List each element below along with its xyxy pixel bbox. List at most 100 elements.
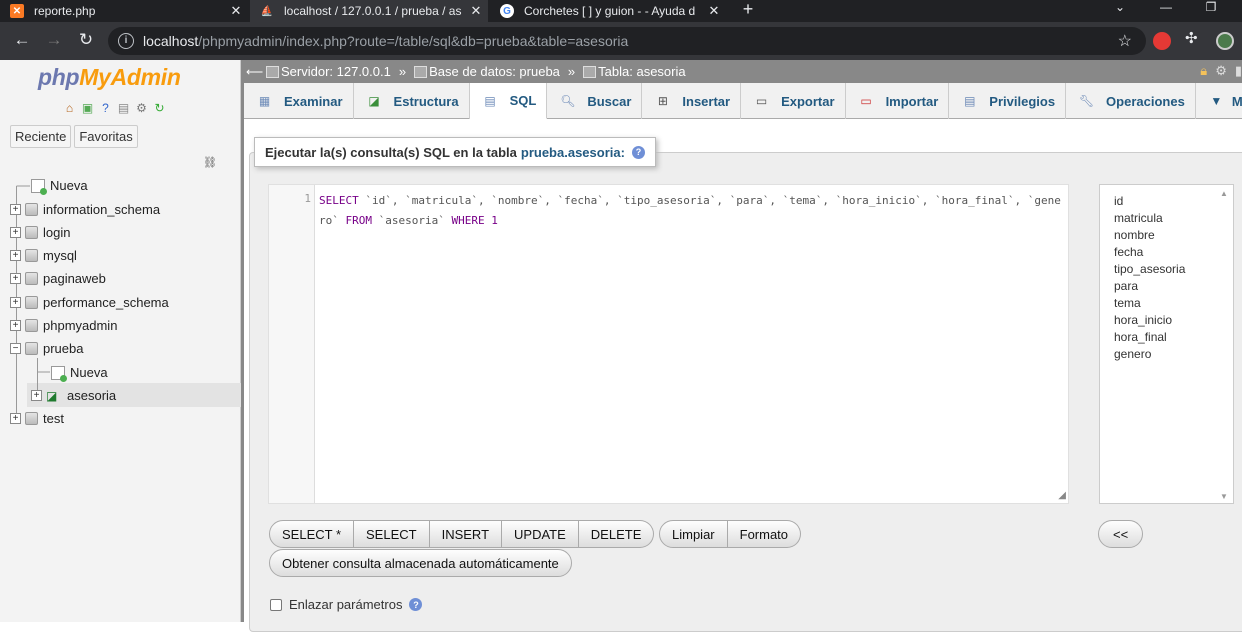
breadcrumb-table[interactable]: Tabla: asesoria: [583, 64, 686, 79]
expand-icon[interactable]: +: [10, 320, 21, 331]
bind-parameters-checkbox[interactable]: [270, 598, 282, 611]
expand-icon[interactable]: +: [10, 204, 21, 215]
tree-item-performance-schema[interactable]: + performance_schema: [10, 291, 169, 314]
tree-item-new-table[interactable]: Nueva: [51, 361, 108, 384]
help-icon[interactable]: ?: [631, 145, 645, 159]
insert-button[interactable]: INSERT: [429, 520, 503, 548]
breadcrumb-table-label: Tabla: asesoria: [598, 64, 686, 79]
tree-item-phpmyadmin[interactable]: + phpmyadmin: [10, 314, 117, 337]
browser-tab-google[interactable]: G Corchetes [ ] y guion - - Ayuda d ✕: [490, 0, 726, 22]
phpmyadmin-sail-icon: ⛵: [260, 5, 274, 17]
collapse-icon[interactable]: −: [10, 343, 21, 354]
expand-icon[interactable]: +: [10, 250, 21, 261]
expand-icon[interactable]: +: [10, 227, 21, 238]
tab-export[interactable]: ▭ Exportar: [741, 83, 846, 119]
tab-sql[interactable]: ▤ SQL: [469, 83, 548, 119]
breadcrumb-server[interactable]: Servidor: 127.0.0.1 »: [266, 64, 414, 79]
expand-icon[interactable]: +: [10, 413, 21, 424]
collapse-nav-icon[interactable]: ⟵: [246, 65, 263, 79]
column-option[interactable]: tema: [1114, 295, 1185, 312]
tree-item-new-db[interactable]: Nueva: [31, 174, 88, 197]
tree-item-asesoria[interactable]: + ◪ asesoria: [31, 384, 116, 407]
breadcrumb-separator: »: [567, 64, 576, 79]
sql-query-text[interactable]: SELECT `id`, `matricula`, `nombre`, `fec…: [319, 191, 1064, 231]
column-option[interactable]: tipo_asesoria: [1114, 261, 1185, 278]
column-option[interactable]: nombre: [1114, 227, 1185, 244]
export-icon: ▭: [755, 94, 768, 108]
scroll-down-icon[interactable]: ▼: [1220, 492, 1228, 501]
column-option[interactable]: fecha: [1114, 244, 1185, 261]
tab-import[interactable]: ▭ Importar: [846, 83, 950, 119]
new-tab-icon[interactable]: +: [738, 0, 758, 20]
breadcrumb-database-label: Base de datos: prueba: [429, 64, 560, 79]
column-option[interactable]: id: [1114, 193, 1185, 210]
column-option[interactable]: para: [1114, 278, 1185, 295]
select-button[interactable]: SELECT: [354, 520, 430, 548]
settings-icon[interactable]: ⚙: [1215, 63, 1227, 79]
minimize-icon[interactable]: —: [1156, 0, 1176, 14]
clear-button[interactable]: Limpiar: [659, 520, 728, 548]
tab-operations[interactable]: 🔧︎ Operaciones: [1066, 83, 1196, 119]
help-icon[interactable]: ?: [409, 598, 423, 611]
tree-item-paginaweb[interactable]: + paginaweb: [10, 267, 106, 290]
tab-search-icon[interactable]: ⌄: [1110, 0, 1130, 14]
breadcrumb-database[interactable]: Base de datos: prueba »: [414, 64, 583, 79]
column-list[interactable]: id matricula nombre fecha tipo_asesoria para t…: [1099, 184, 1234, 504]
column-option[interactable]: hora_final: [1114, 329, 1185, 346]
restore-icon[interactable]: ❐: [1201, 0, 1221, 14]
column-option[interactable]: matricula: [1114, 210, 1185, 227]
scroll-up-icon[interactable]: ▲: [1220, 189, 1228, 198]
address-bar[interactable]: i localhost /phpmyadmin/index.php?route=…: [108, 27, 1146, 55]
more-icon[interactable]: ▮: [1235, 63, 1242, 79]
column-list-scrollbar[interactable]: ▲ ▼: [1219, 187, 1231, 503]
column-option[interactable]: genero: [1114, 346, 1185, 363]
database-icon: [25, 342, 38, 355]
database-icon: [25, 319, 38, 332]
tree-item-information-schema[interactable]: + information_schema: [10, 198, 160, 221]
bind-parameters[interactable]: Enlazar parámetros ?: [270, 597, 423, 612]
table-menu: ▦ Examinar ◪ Estructura ▤ SQL 🔍︎ Buscar ⊞ Ins…: [244, 83, 1242, 119]
tree-item-test[interactable]: + test: [10, 407, 64, 430]
tab-privileges[interactable]: ▤ Privilegios: [949, 83, 1067, 119]
tree-item-prueba[interactable]: − prueba: [10, 337, 83, 360]
format-button[interactable]: Formato: [727, 520, 802, 548]
operations-icon: 🔧︎: [1078, 94, 1095, 108]
tab-insert[interactable]: ⊞ Insertar: [642, 83, 742, 119]
tree-item-mysql[interactable]: + mysql: [10, 244, 77, 267]
tab-search[interactable]: 🔍︎ Buscar: [547, 83, 643, 119]
extensions-puzzle-icon[interactable]: ✣: [1185, 29, 1203, 47]
expand-icon[interactable]: +: [10, 273, 21, 284]
get-autosaved-query-button[interactable]: Obtener consulta almacenada automáticame…: [269, 549, 572, 577]
bookmark-star-icon[interactable]: ☆: [1118, 31, 1132, 51]
caret-down-icon: ▼: [1210, 94, 1223, 108]
profile-avatar[interactable]: [1216, 32, 1234, 50]
browse-icon: ▦: [258, 94, 271, 108]
resize-grip-icon[interactable]: ◢: [1058, 490, 1066, 501]
expand-icon[interactable]: +: [31, 390, 42, 401]
breadcrumb-tools: 🔒︎ ⚙ ▮: [1200, 63, 1242, 79]
update-button[interactable]: UPDATE: [502, 520, 579, 548]
column-option[interactable]: hora_inicio: [1114, 312, 1185, 329]
breadcrumb-separator: »: [398, 64, 407, 79]
sql-editor[interactable]: 1 SELECT `id`, `matricula`, `nombre`, `f…: [268, 184, 1069, 504]
delete-button[interactable]: DELETE: [578, 520, 655, 548]
browser-tab-phpmyadmin[interactable]: ⛵ localhost / 127.0.0.1 / prueba / as ✕: [250, 0, 488, 22]
tab-browse[interactable]: ▦ Examinar: [244, 83, 354, 119]
close-tab-icon[interactable]: ✕: [706, 3, 722, 19]
expand-icon[interactable]: +: [10, 297, 21, 308]
table-icon: [583, 65, 597, 78]
close-tab-icon[interactable]: ✕: [468, 3, 484, 19]
extension-shield-icon[interactable]: [1153, 32, 1171, 50]
database-icon: [414, 65, 428, 78]
select-all-button[interactable]: SELECT *: [269, 520, 355, 548]
tree-item-login[interactable]: + login: [10, 221, 70, 244]
url-path: /phpmyadmin/index.php?route=/table/sql&d…: [198, 33, 629, 49]
bind-parameters-label: Enlazar parámetros: [289, 597, 403, 612]
lock-icon[interactable]: 🔒︎: [1200, 63, 1207, 79]
tab-structure[interactable]: ◪ Estructura: [354, 83, 470, 119]
import-icon: ▭: [860, 94, 872, 108]
insert-column-button[interactable]: <<: [1098, 520, 1144, 548]
new-table-icon: [51, 365, 67, 382]
insert-icon: ⊞: [657, 94, 668, 108]
tab-more[interactable]: ▼Más: [1196, 83, 1242, 119]
